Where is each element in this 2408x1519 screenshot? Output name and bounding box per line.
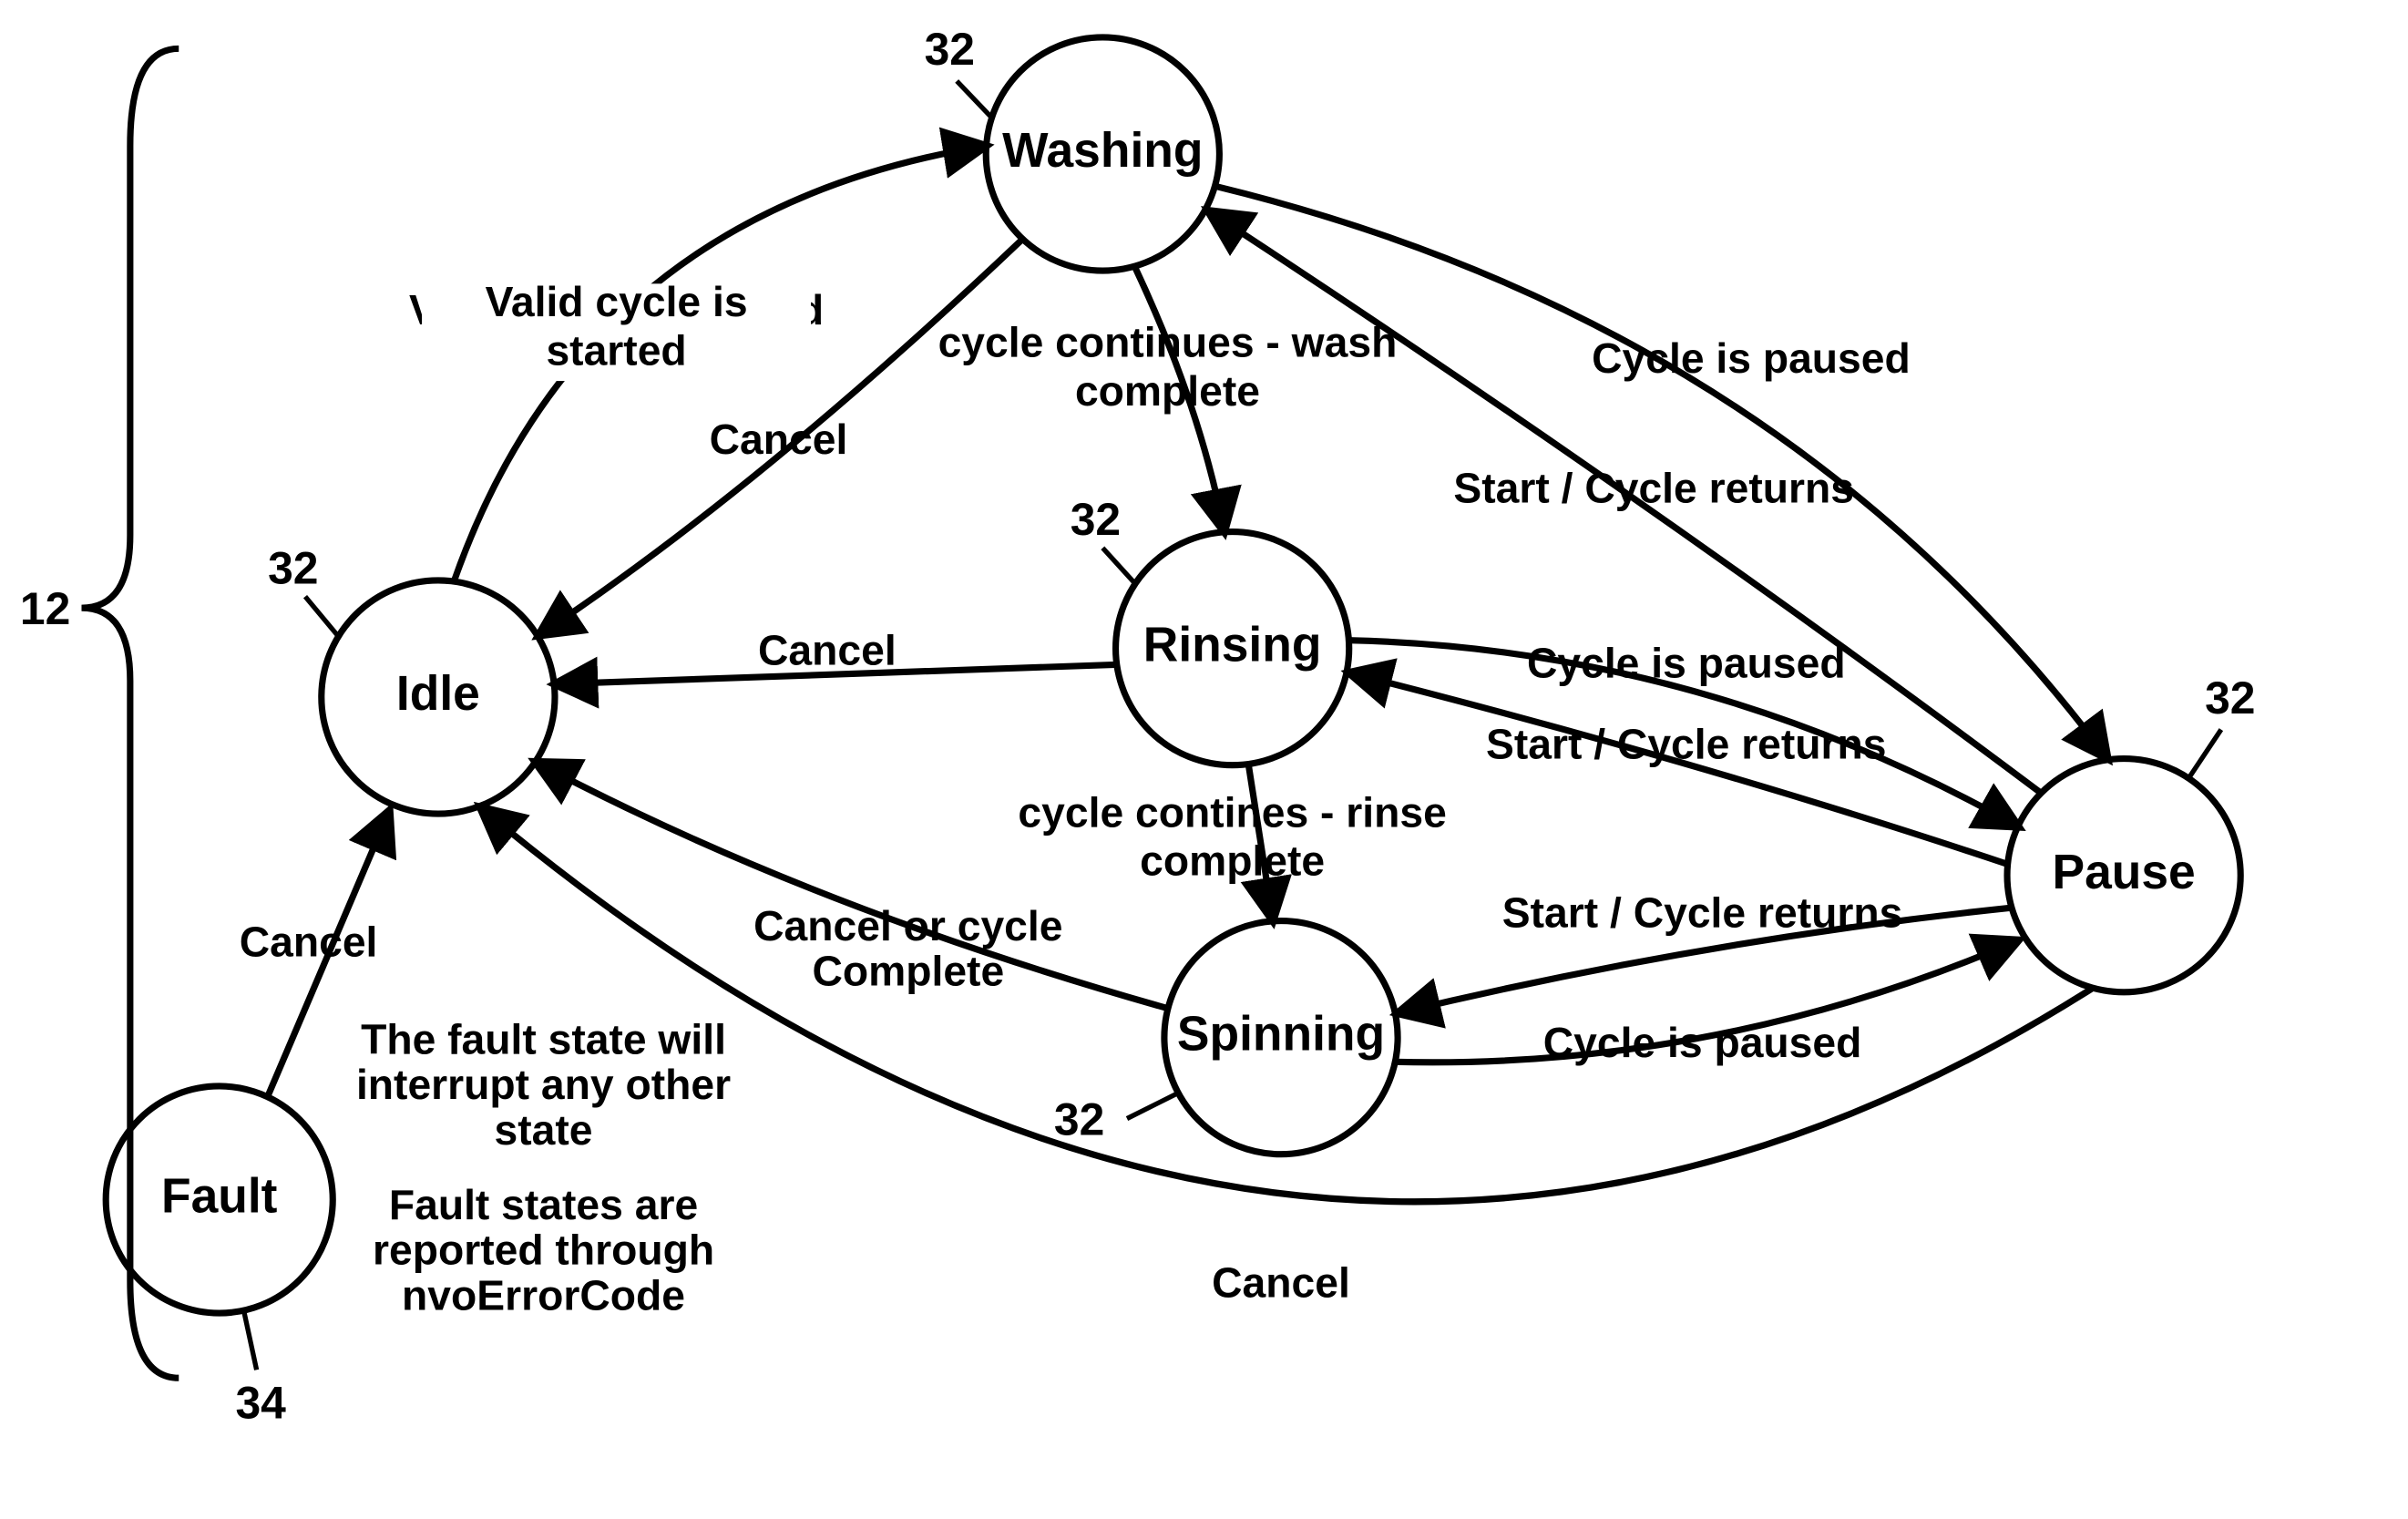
edge-spinning-to-idle-label: Cancel or cycle Complete: [753, 902, 1062, 995]
edge-idle-to-washing-label: Valid cycle is started: [422, 278, 811, 381]
state-rinsing-label: Rinsing: [1143, 619, 1322, 672]
state-diagram: 12 Washing 32 Rinsing 32 Spinning 32 Idl…: [0, 0, 2408, 1519]
brace: 12: [20, 48, 179, 1378]
state-fault: Fault 34: [106, 1086, 333, 1429]
state-spinning-ref: 32: [1054, 1093, 1104, 1144]
svg-text:Fault states are: Fault states are: [389, 1181, 698, 1228]
svg-text:state: state: [495, 1106, 593, 1154]
svg-text:cycle contines - rinse: cycle contines - rinse: [1018, 788, 1446, 836]
svg-text:Complete: Complete: [812, 948, 1004, 995]
edge-pause-to-spinning-label: Start / Cycle returns: [1502, 889, 1903, 937]
svg-text:complete: complete: [1075, 367, 1260, 415]
edge-washing-to-pause-label: Cycle is paused: [1592, 334, 1911, 382]
state-rinsing-ref: 32: [1071, 494, 1121, 545]
state-pause: Pause 32: [2007, 672, 2255, 992]
state-idle-ref: 32: [268, 542, 318, 593]
state-spinning: Spinning 32: [1054, 921, 1398, 1155]
svg-text:reported through: reported through: [373, 1226, 714, 1274]
state-idle: Idle 32: [268, 542, 555, 814]
edge-pause-to-idle-label: Cancel: [1212, 1258, 1350, 1306]
svg-text:interrupt any other: interrupt any other: [356, 1061, 731, 1108]
edge-washing-to-rinsing-label: cycle continues - wash complete: [938, 318, 1398, 414]
edge-rinsing-to-spinning-label: cycle contines - rinse complete: [1018, 788, 1446, 884]
state-rinsing: Rinsing 32: [1071, 494, 1349, 765]
svg-text:Valid cycle is: Valid cycle is: [486, 278, 748, 325]
svg-text:Cancel or cycle: Cancel or cycle: [753, 902, 1062, 949]
state-washing-label: Washing: [1002, 124, 1203, 178]
state-idle-label: Idle: [396, 667, 480, 721]
state-pause-label: Pause: [2053, 846, 2196, 899]
edge-spinning-to-pause-label: Cycle is paused: [1543, 1019, 1862, 1066]
state-spinning-label: Spinning: [1177, 1008, 1385, 1062]
svg-text:cycle continues - wash: cycle continues - wash: [938, 318, 1398, 365]
svg-text:started: started: [546, 326, 686, 374]
fault-note: The fault state will interrupt any other…: [356, 1015, 731, 1319]
state-pause-ref: 32: [2205, 672, 2255, 724]
edge-rinsing-to-pause-label: Cycle is paused: [1527, 640, 1846, 687]
edge-washing-to-idle-label: Cancel: [710, 416, 848, 463]
state-fault-label: Fault: [161, 1170, 278, 1224]
svg-text:nvoErrorCode: nvoErrorCode: [402, 1271, 685, 1319]
brace-ref: 12: [20, 583, 70, 634]
state-fault-ref: 34: [235, 1378, 286, 1429]
edge-pause-to-washing-label: Start / Cycle returns: [1453, 465, 1854, 512]
svg-text:The fault state will: The fault state will: [361, 1015, 726, 1062]
svg-text:complete: complete: [1140, 837, 1325, 885]
edge-pause-to-rinsing-label: Start / Cycle returns: [1486, 721, 1887, 768]
edge-rinsing-to-idle-label: Cancel: [758, 626, 897, 673]
edge-fault-to-idle-label: Cancel: [240, 919, 378, 966]
state-washing-ref: 32: [925, 24, 975, 75]
